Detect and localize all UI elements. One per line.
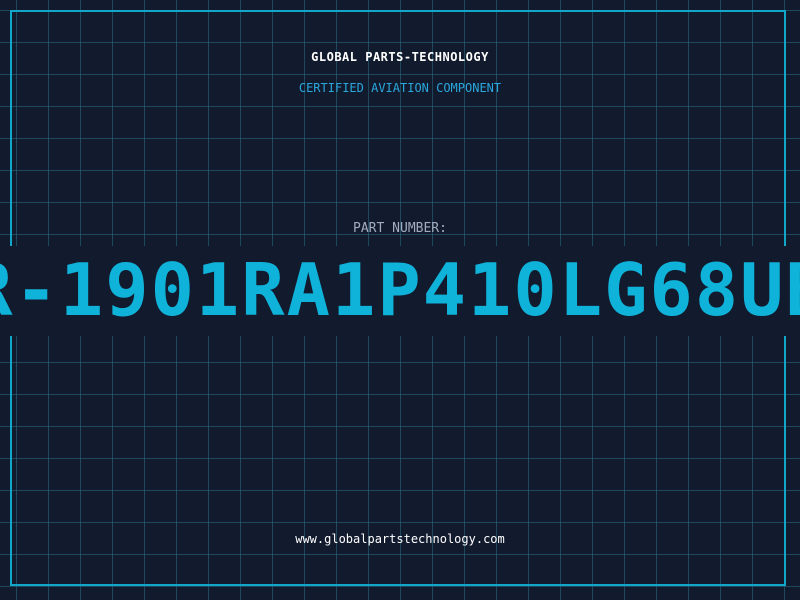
part-number-band: R-1901RA1P410LG68UB [0,246,800,336]
part-number-label: PART NUMBER: [353,221,447,236]
website-url[interactable]: www.globalpartstechnology.com [0,532,800,546]
certification-subtitle: CERTIFIED AVIATION COMPONENT [298,81,502,95]
certificate-page: GLOBAL PARTS-TECHNOLOGY CERTIFIED AVIATI… [0,0,800,600]
part-number-value: R-1901RA1P410LG68UB [0,248,800,332]
company-title: GLOBAL PARTS-TECHNOLOGY [311,50,489,64]
